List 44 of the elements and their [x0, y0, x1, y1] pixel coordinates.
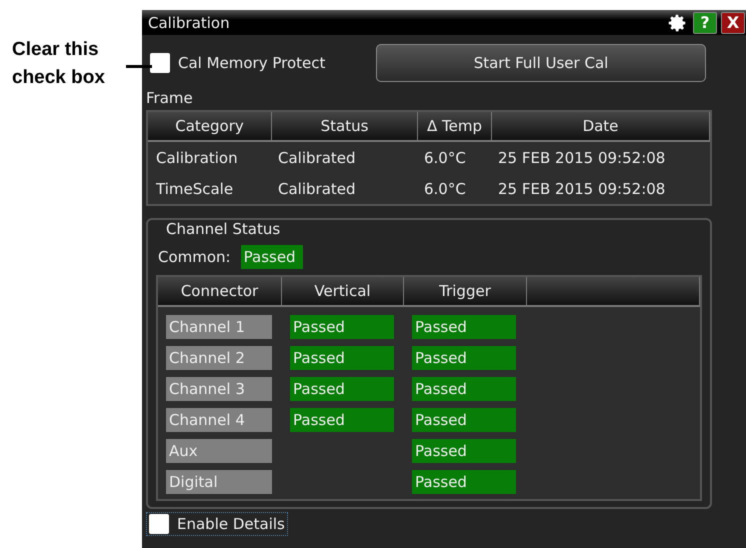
table-cell-text: 6.0°C	[423, 180, 467, 198]
status-label: Passed	[412, 438, 516, 462]
connector-label: Channel 4	[166, 408, 272, 432]
checkbox-label: Enable Details	[177, 515, 285, 533]
column-header: Status	[272, 112, 418, 140]
status-label: Passed	[290, 376, 394, 400]
table-cell-text: Calibration	[155, 148, 239, 166]
status-label: Passed	[412, 314, 516, 338]
status-label: Passed	[290, 346, 394, 370]
table-cell-text: Calibrated	[277, 148, 357, 166]
table-cell-text: TimeScale	[155, 180, 234, 198]
connector-label: Channel 2	[166, 346, 272, 370]
status-label: Passed	[412, 470, 516, 494]
table-cell-text: 25 FEB 2015 09:52:08	[497, 180, 666, 198]
status-label: Passed	[240, 245, 303, 269]
column-header: Vertical	[282, 277, 404, 305]
status-label: Passed	[412, 408, 516, 432]
checkbox[interactable]	[150, 53, 170, 73]
column-header: Category	[148, 112, 272, 140]
connector-label: Channel 1	[166, 314, 272, 338]
connector-label: Channel 3	[166, 376, 272, 400]
window-title: Calibration	[148, 14, 231, 32]
status-label: Passed	[412, 346, 516, 370]
status-label: Passed	[290, 408, 394, 432]
status-label: Passed	[290, 314, 394, 338]
annotation-text: Clear this check box	[12, 38, 106, 90]
table-cell-text: Calibrated	[277, 180, 357, 198]
start-button[interactable]: Start Full User Cal	[376, 44, 706, 82]
column-header: Δ Temp	[418, 112, 492, 140]
connector-label: Digital	[166, 470, 272, 494]
table-cell-text: 25 FEB 2015 09:52:08	[497, 148, 666, 166]
status-label: Passed	[412, 376, 516, 400]
connector-label: Aux	[166, 438, 272, 462]
column-header: Connector	[158, 277, 282, 305]
help-button[interactable]: ?	[693, 12, 717, 34]
checkbox-label: Cal Memory Protect	[178, 54, 326, 72]
section-label: Frame	[146, 89, 194, 107]
column-header: Trigger	[404, 277, 527, 305]
leader-line	[126, 65, 152, 68]
common-label: Common:	[158, 248, 231, 266]
checkbox[interactable]	[149, 514, 169, 534]
column-header: Date	[492, 112, 710, 140]
table-cell-text: 6.0°C	[423, 148, 467, 166]
close-button[interactable]: X	[721, 12, 745, 34]
